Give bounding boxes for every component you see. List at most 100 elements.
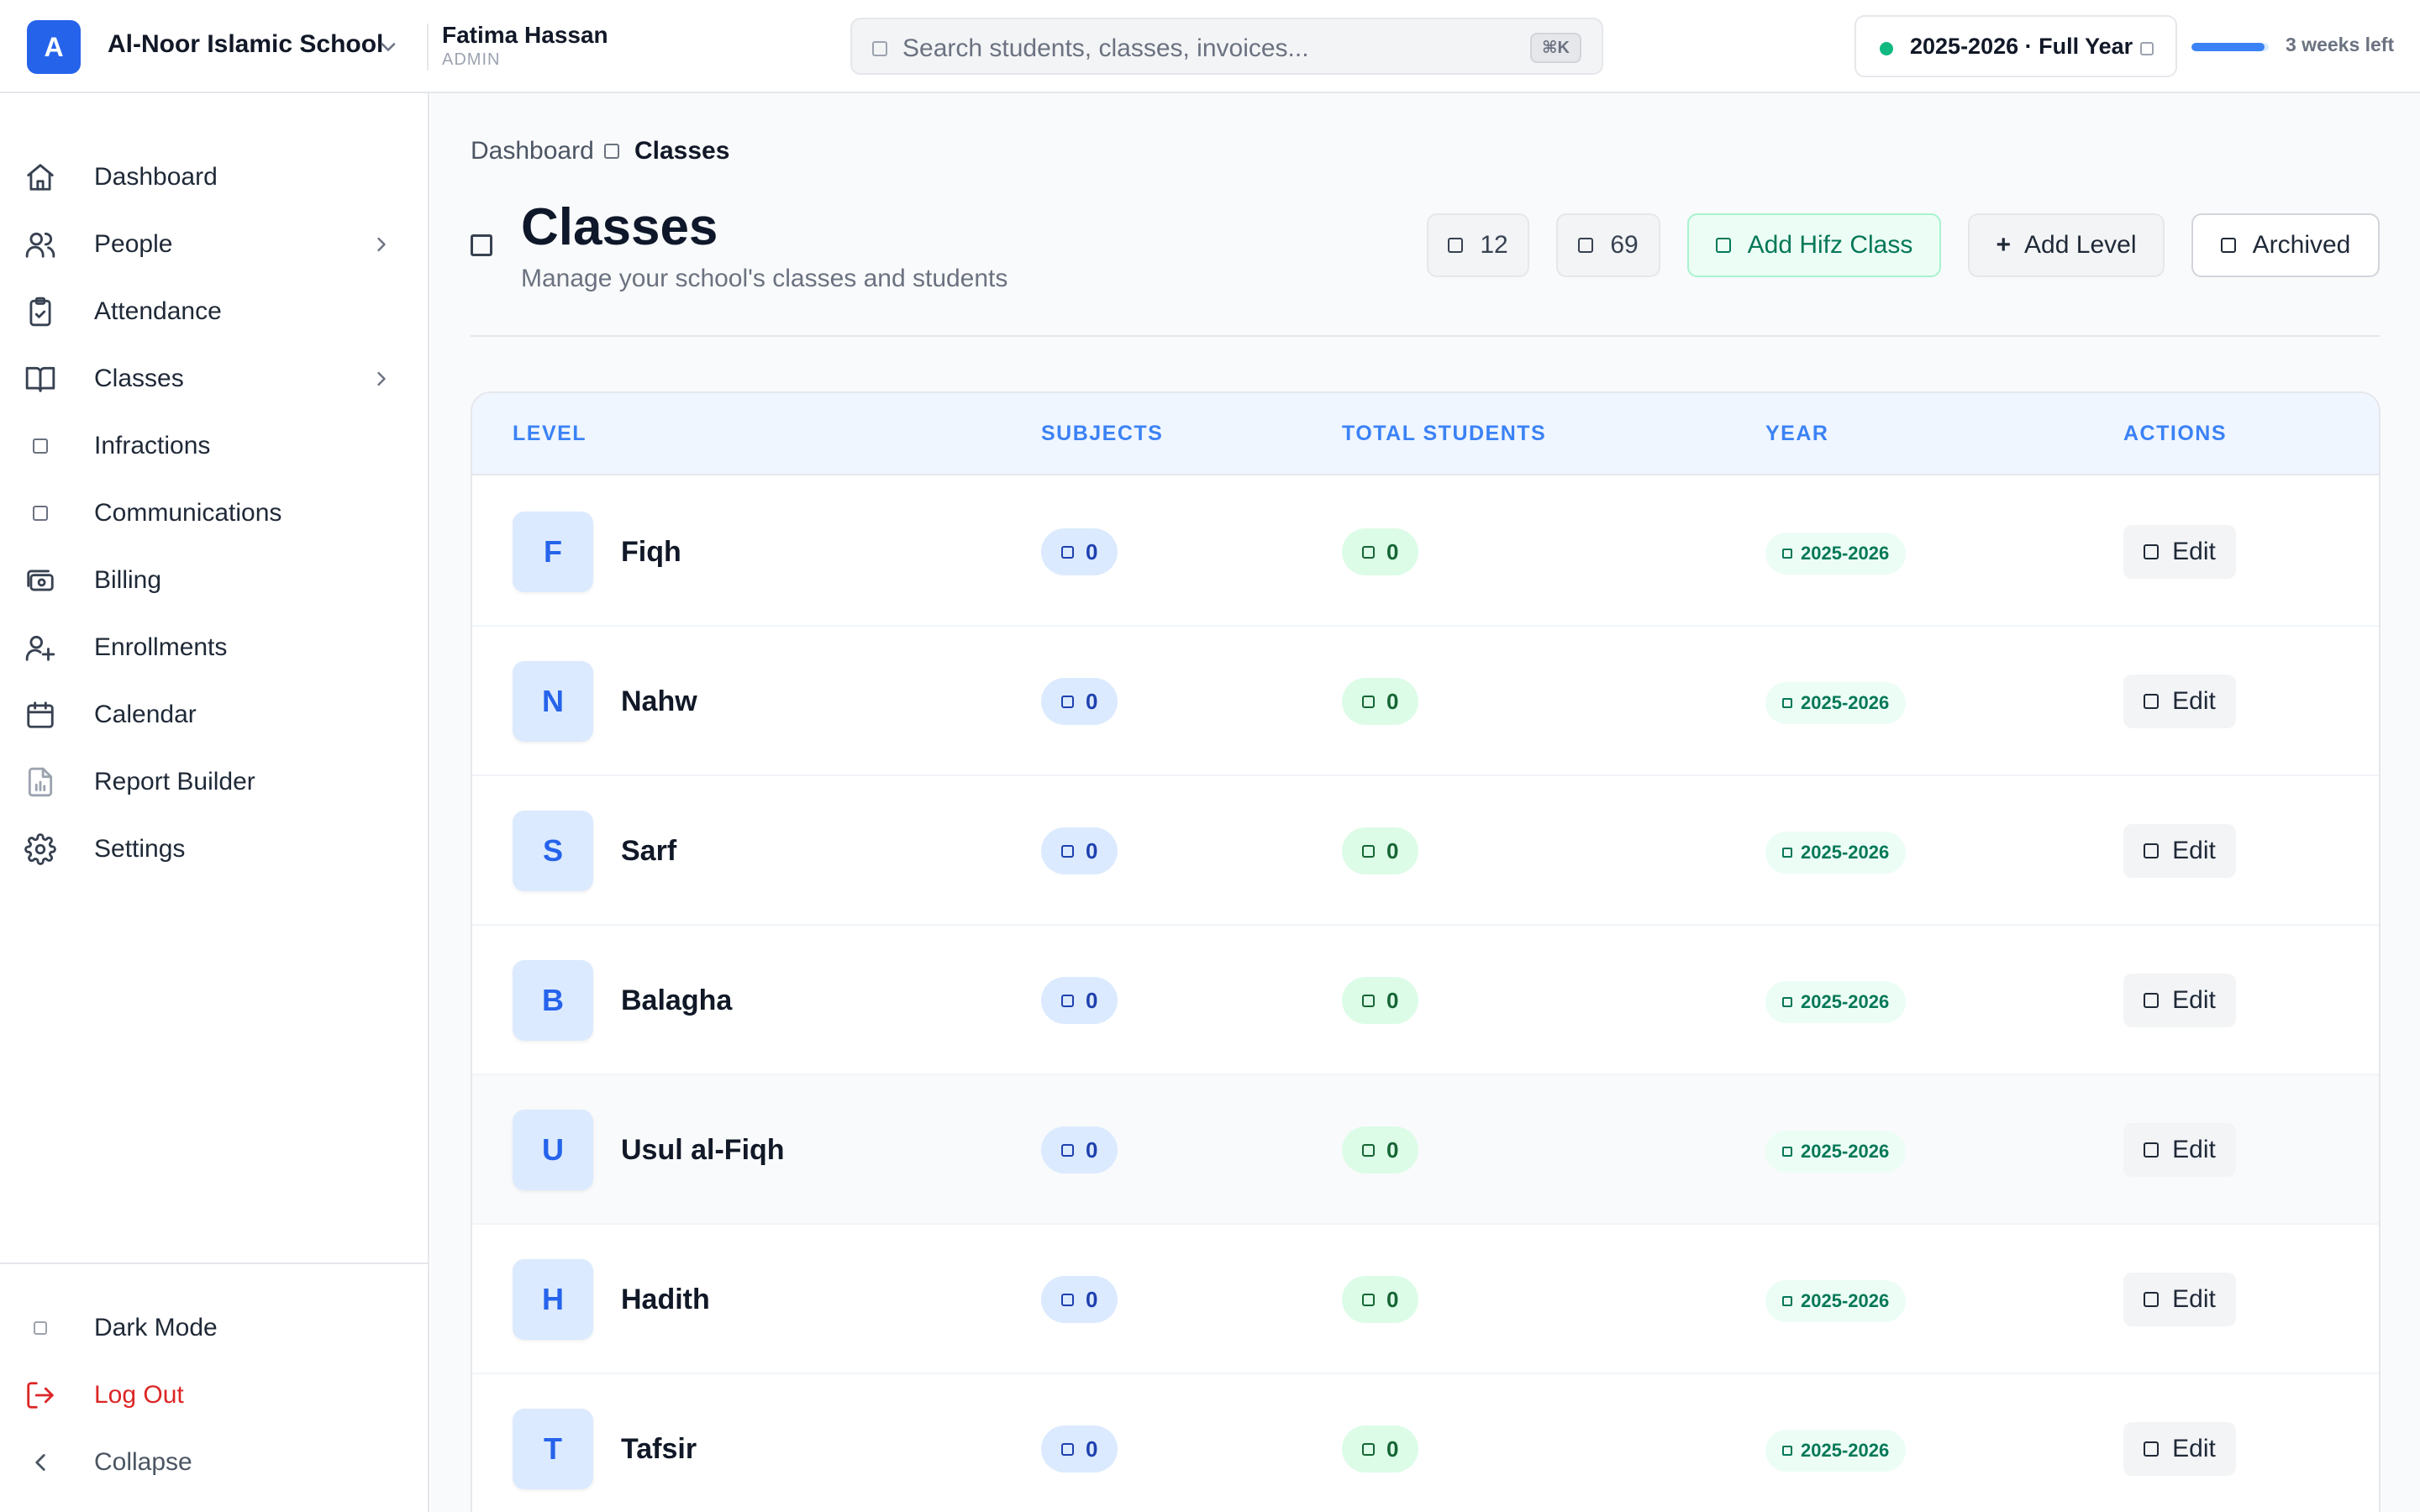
term-progress-bar: [2191, 43, 2269, 51]
level-name[interactable]: Usul al-Fiqh: [621, 1134, 785, 1167]
archived-button[interactable]: Archived: [2191, 213, 2380, 277]
subjects-count: 0: [1086, 1286, 1098, 1312]
sidebar-item-label: Report Builder: [94, 768, 255, 795]
students-count-icon: [1578, 238, 1594, 253]
add-level-button[interactable]: + Add Level: [1968, 213, 2165, 277]
table-row[interactable]: S Sarf 0 0 2025-2026 Edit: [472, 776, 2379, 926]
academic-year-selector[interactable]: 2025-2026 · Full Year: [1854, 15, 2177, 77]
column-header-total-students[interactable]: TOTAL STUDENTS: [1342, 422, 1546, 446]
clipboard-check-icon: [24, 295, 57, 328]
edit-button[interactable]: Edit: [2123, 1422, 2236, 1476]
subjects-icon: [1061, 695, 1074, 708]
plus-icon: +: [1996, 231, 2012, 259]
chevron-down-icon[interactable]: [376, 35, 400, 59]
table-row[interactable]: U Usul al-Fiqh 0 0 2025-2026 Edit: [472, 1075, 2379, 1225]
table-row[interactable]: F Fiqh 0 0 2025-2026 Edit: [472, 477, 2379, 627]
edit-button[interactable]: Edit: [2123, 675, 2236, 728]
sidebar-item-settings[interactable]: Settings: [24, 822, 393, 876]
edit-button[interactable]: Edit: [2123, 824, 2236, 878]
subjects-count-badge: 0: [1041, 827, 1118, 874]
breadcrumb-separator-icon: [604, 144, 619, 159]
sidebar-item-label: Settings: [94, 835, 186, 863]
sidebar-item-report-builder[interactable]: Report Builder: [24, 755, 393, 809]
log-out-button[interactable]: Log Out: [24, 1368, 393, 1422]
students-icon: [1362, 1143, 1375, 1157]
level-name[interactable]: Fiqh: [621, 536, 681, 569]
placeholder-square-icon: [24, 429, 57, 463]
user-role: ADMIN: [442, 50, 501, 69]
students-count: 0: [1386, 987, 1399, 1013]
search-input[interactable]: Search students, classes, invoices...: [902, 34, 1309, 63]
edit-icon: [2144, 694, 2160, 709]
year-icon: [1782, 698, 1792, 708]
level-avatar: S: [513, 811, 593, 891]
edit-button[interactable]: Edit: [2123, 974, 2236, 1027]
sidebar-item-communications[interactable]: Communications: [24, 486, 393, 540]
subjects-icon: [1061, 545, 1074, 559]
collapse-sidebar-button[interactable]: Collapse: [24, 1436, 393, 1489]
year-icon: [1782, 1147, 1792, 1157]
breadcrumb-current: Classes: [634, 137, 730, 165]
classes-table: LEVEL SUBJECTS TOTAL STUDENTS YEAR ACTIO…: [471, 391, 2381, 1512]
students-icon: [1362, 844, 1375, 858]
academic-year-label: 2025-2026 · Full Year: [1910, 34, 2133, 59]
edit-label: Edit: [2172, 687, 2216, 715]
sidebar-item-infractions[interactable]: Infractions: [24, 419, 393, 473]
edit-button[interactable]: Edit: [2123, 1123, 2236, 1177]
sidebar-item-classes[interactable]: Classes: [24, 352, 393, 406]
table-row[interactable]: T Tafsir 0 0 2025-2026 Edit: [472, 1374, 2379, 1512]
column-header-level[interactable]: LEVEL: [513, 422, 587, 446]
year-icon: [1782, 1446, 1792, 1456]
sidebar-item-dashboard[interactable]: Dashboard: [24, 150, 393, 204]
students-count: 0: [1386, 538, 1399, 564]
user-name: Fatima Hassan: [442, 22, 608, 48]
level-name[interactable]: Tafsir: [621, 1433, 697, 1466]
level-avatar: T: [513, 1409, 593, 1489]
header-divider: [471, 335, 2380, 337]
search-shortcut-hint: ⌘K: [1530, 33, 1581, 63]
school-switcher-label[interactable]: Al-Noor Islamic School: [108, 30, 383, 59]
sidebar-item-people[interactable]: People: [24, 218, 393, 271]
students-count-badge: 0: [1342, 1126, 1419, 1173]
year-value: 2025-2026: [1801, 1290, 1890, 1311]
students-count-badge[interactable]: 69: [1556, 213, 1660, 277]
column-header-subjects[interactable]: SUBJECTS: [1041, 422, 1163, 446]
students-count-badge: 0: [1342, 1425, 1419, 1473]
table-row[interactable]: B Balagha 0 0 2025-2026 Edit: [472, 926, 2379, 1075]
year-icon: [1782, 1296, 1792, 1306]
sidebar-item-label: Classes: [94, 365, 184, 392]
year-badge: 2025-2026: [1765, 981, 1907, 1023]
edit-button[interactable]: Edit: [2123, 1273, 2236, 1326]
edit-icon: [2144, 1441, 2160, 1457]
level-name[interactable]: Nahw: [621, 685, 697, 718]
sidebar-item-label: Calendar: [94, 701, 197, 728]
sidebar-item-enrollments[interactable]: Enrollments: [24, 621, 393, 675]
level-name[interactable]: Balagha: [621, 984, 732, 1017]
table-row[interactable]: H Hadith 0 0 2025-2026 Edit: [472, 1225, 2379, 1374]
dark-mode-toggle[interactable]: Dark Mode: [24, 1301, 393, 1355]
sidebar-item-attendance[interactable]: Attendance: [24, 285, 393, 339]
level-name[interactable]: Hadith: [621, 1284, 710, 1316]
sidebar-item-calendar[interactable]: Calendar: [24, 688, 393, 742]
add-hifz-class-button[interactable]: Add Hifz Class: [1687, 213, 1941, 277]
column-header-year[interactable]: YEAR: [1765, 422, 1828, 446]
breadcrumb-dashboard-link[interactable]: Dashboard: [471, 137, 594, 165]
edit-button[interactable]: Edit: [2123, 525, 2236, 579]
year-value: 2025-2026: [1801, 1141, 1890, 1162]
table-row[interactable]: N Nahw 0 0 2025-2026 Edit: [472, 627, 2379, 776]
subjects-count-badge: 0: [1041, 1425, 1118, 1473]
school-logo[interactable]: A: [27, 20, 81, 74]
page-title-icon: [471, 234, 492, 256]
main-content: Dashboard Classes Classes Manage your sc…: [431, 93, 2420, 1512]
level-name[interactable]: Sarf: [621, 835, 676, 868]
selector-icon: [2140, 42, 2154, 55]
edit-label: Edit: [2172, 1435, 2216, 1462]
classes-count-badge[interactable]: 12: [1427, 213, 1529, 277]
sidebar-item-billing[interactable]: Billing: [24, 554, 393, 607]
students-icon: [1362, 545, 1375, 559]
global-search[interactable]: Search students, classes, invoices... ⌘K: [850, 18, 1603, 75]
term-progress-fill: [2191, 43, 2265, 51]
sidebar-item-label: Enrollments: [94, 633, 228, 661]
subjects-count-badge: 0: [1041, 528, 1118, 575]
add-level-label: Add Level: [2024, 231, 2137, 259]
